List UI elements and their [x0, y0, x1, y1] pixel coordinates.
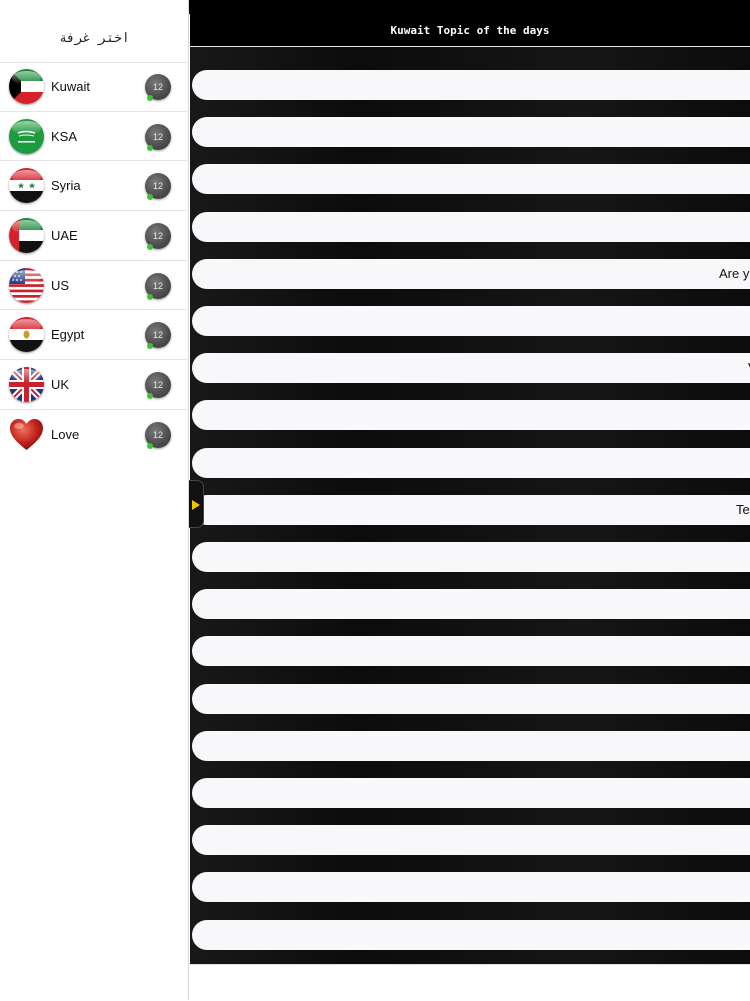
message-bubble: V: [192, 353, 750, 384]
room-item-ksa[interactable]: KSA 12: [0, 112, 189, 162]
message-bubble: [192, 589, 750, 620]
sidebar-toggle-handle[interactable]: [189, 480, 204, 528]
room-sidebar: اختر غرفة Kuwait 12 KSA 12 Syria 12 UAE …: [0, 0, 189, 1000]
message-bubble: [192, 919, 750, 950]
online-indicator: [147, 343, 153, 350]
message-bubble: [192, 542, 750, 572]
online-indicator: [147, 244, 153, 251]
message-bubble: [192, 400, 750, 431]
online-indicator: [147, 393, 153, 400]
online-indicator: [147, 442, 153, 449]
us-flag-icon: [9, 267, 44, 303]
arrow-right-icon: [192, 500, 200, 510]
room-name: UK: [51, 377, 70, 393]
message-bubble: [192, 636, 750, 667]
message-input-bar[interactable]: [190, 964, 750, 1001]
online-indicator: [147, 194, 153, 201]
room-item-kuwait[interactable]: Kuwait 12: [0, 62, 189, 112]
sidebar-title: اختر غرفة: [0, 14, 189, 63]
room-name: UAE: [51, 228, 78, 244]
heart-icon: [9, 417, 44, 452]
room-item-egypt[interactable]: Egypt 12: [0, 310, 189, 361]
room-name: Love: [51, 426, 80, 442]
egypt-flag-icon: [9, 317, 44, 353]
message-text: Are yo: [719, 265, 750, 281]
room-name: Kuwait: [51, 79, 91, 94]
message-bubble: Are yo: [192, 258, 750, 289]
message-bubble: [192, 825, 750, 856]
room-item-love[interactable]: Love 12: [0, 410, 189, 460]
room-item-syria[interactable]: Syria 12: [0, 161, 189, 212]
message-bubble: [192, 683, 750, 714]
room-name: Egypt: [51, 327, 85, 343]
message-bubble: [192, 872, 750, 903]
message-bubble: [192, 70, 750, 100]
room-item-uae[interactable]: UAE 12: [0, 211, 189, 261]
online-indicator: [147, 95, 153, 101]
message-bubble: [192, 447, 750, 478]
chat-panel: Kuwait Topic of the days Are yo V Tel: [190, 0, 750, 1001]
message-bubble: [192, 730, 750, 761]
message-bubble: [192, 211, 750, 242]
message-bubble: [192, 117, 750, 148]
room-item-uk[interactable]: UK 12: [0, 360, 189, 410]
room-name: US: [51, 277, 70, 293]
chat-header: Kuwait Topic of the days: [190, 0, 750, 47]
syria-flag-icon: [9, 168, 44, 204]
uae-flag-icon: [9, 218, 44, 254]
online-indicator: [147, 293, 153, 300]
room-name: Syria: [51, 178, 81, 194]
room-name: KSA: [51, 128, 78, 144]
message-text: Tel: [736, 501, 750, 517]
room-item-us[interactable]: US 12: [0, 261, 189, 311]
message-bubble: [192, 778, 750, 808]
online-indicator: [147, 144, 153, 151]
message-bubble: [192, 306, 750, 336]
message-bubble: Tel: [192, 494, 750, 525]
chat-title: Kuwait Topic of the days: [390, 24, 550, 37]
kuwait-flag-icon: [9, 69, 44, 104]
uk-flag-icon: [9, 367, 44, 403]
message-bubble: [192, 164, 750, 195]
saudi-flag-icon: [9, 118, 44, 154]
room-list: Kuwait 12 KSA 12 Syria 12 UAE 12 US 12 E…: [0, 62, 189, 460]
